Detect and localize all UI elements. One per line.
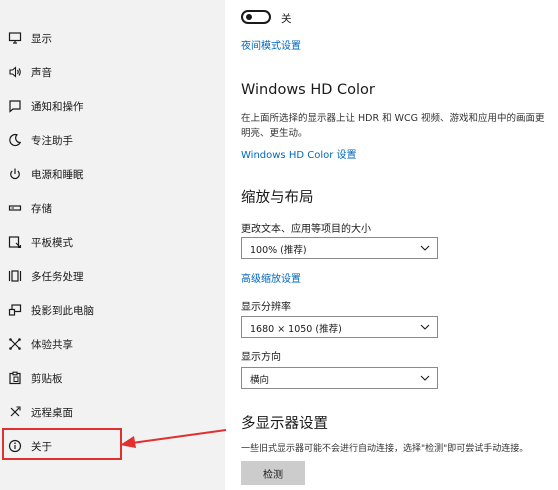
scale-dropdown[interactable]: 100% (推荐) [241, 237, 438, 259]
sidebar-item-notifications[interactable]: 通知和操作 [0, 89, 225, 123]
multi-display-description: 一些旧式显示器可能不会进行自动连接，选择"检测"即可尝试手动连接。 [241, 444, 529, 454]
detect-button[interactable]: 检测 [241, 461, 305, 485]
scale-value: 100% (推荐) [250, 245, 307, 256]
toggle-state-label: 关 [281, 13, 292, 25]
sidebar-item-label: 显示 [31, 32, 52, 45]
sidebar-item-label: 体验共享 [31, 338, 73, 351]
tablet-icon [6, 233, 24, 251]
sidebar-item-storage[interactable]: 存储 [0, 191, 225, 225]
sidebar-item-label: 多任务处理 [31, 270, 84, 283]
sidebar-item-multitasking[interactable]: 多任务处理 [0, 259, 225, 293]
resolution-dropdown[interactable]: 1680 × 1050 (推荐) [241, 316, 438, 338]
sidebar-item-label: 通知和操作 [31, 100, 84, 113]
sidebar-item-label: 剪贴板 [31, 372, 63, 385]
sidebar-item-display[interactable]: 显示 [0, 21, 225, 55]
moon-icon [6, 131, 24, 149]
sidebar-item-label: 声音 [31, 66, 52, 79]
sidebar-item-clipboard[interactable]: 剪贴板 [0, 361, 225, 395]
sidebar-item-label: 存储 [31, 202, 52, 215]
hd-color-heading: Windows HD Color [241, 82, 375, 98]
orientation-label: 显示方向 [241, 352, 281, 363]
multi-display-heading: 多显示器设置 [241, 416, 328, 432]
sidebar: 显示 声音 通知和操作 专注助手 电源和睡眠 存储 平板模式 多任务处理 投影到… [0, 0, 225, 490]
speaker-icon [6, 63, 24, 81]
sidebar-item-shared-experiences[interactable]: 体验共享 [0, 327, 225, 361]
night-light-toggle[interactable] [241, 10, 271, 24]
sidebar-item-label: 专注助手 [31, 134, 73, 147]
sidebar-item-remote-desktop[interactable]: 远程桌面 [0, 395, 225, 429]
chevron-down-icon [420, 324, 430, 330]
display-settings-panel: 关 夜间模式设置 Windows HD Color 在上面所选择的显示器上让 H… [225, 0, 558, 490]
multitask-icon [6, 267, 24, 285]
scale-label: 更改文本、应用等项目的大小 [241, 224, 371, 235]
storage-icon [6, 199, 24, 217]
orientation-value: 横向 [250, 375, 270, 386]
orientation-dropdown[interactable]: 横向 [241, 367, 438, 389]
sidebar-item-sound[interactable]: 声音 [0, 55, 225, 89]
sidebar-item-project-to-pc[interactable]: 投影到此电脑 [0, 293, 225, 327]
sidebar-item-label: 远程桌面 [31, 406, 73, 419]
chevron-down-icon [420, 375, 430, 381]
sidebar-item-label: 平板模式 [31, 236, 73, 249]
annotation-highlight-box [2, 428, 122, 460]
night-light-settings-link[interactable]: 夜间模式设置 [241, 37, 301, 52]
monitor-icon [6, 29, 24, 47]
clipboard-icon [6, 369, 24, 387]
remote-icon [6, 403, 24, 421]
sidebar-item-focus-assist[interactable]: 专注助手 [0, 123, 225, 157]
hd-color-settings-link[interactable]: Windows HD Color 设置 [241, 146, 357, 161]
hd-color-description-line2: 明亮、更生动。 [241, 128, 308, 139]
hd-color-description-line1: 在上面所选择的显示器上让 HDR 和 WCG 视频、游戏和应用中的画面更 [241, 113, 545, 124]
toggle-knob [246, 14, 252, 20]
share-icon [6, 335, 24, 353]
resolution-label: 显示分辨率 [241, 302, 291, 313]
power-icon [6, 165, 24, 183]
sidebar-item-power-sleep[interactable]: 电源和睡眠 [0, 157, 225, 191]
scale-layout-heading: 缩放与布局 [241, 190, 314, 206]
message-icon [6, 97, 24, 115]
advanced-scaling-link[interactable]: 高级缩放设置 [241, 270, 301, 285]
chevron-down-icon [420, 245, 430, 251]
annotation-arrow [120, 429, 227, 448]
project-icon [6, 301, 24, 319]
resolution-value: 1680 × 1050 (推荐) [250, 324, 342, 335]
sidebar-item-label: 电源和睡眠 [31, 168, 84, 181]
sidebar-item-label: 投影到此电脑 [31, 304, 94, 317]
sidebar-item-tablet-mode[interactable]: 平板模式 [0, 225, 225, 259]
